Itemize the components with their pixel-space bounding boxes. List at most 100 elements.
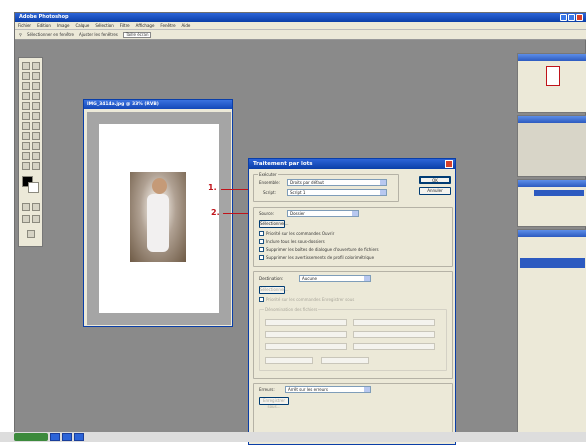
- fullscreen-mode-icon[interactable]: [32, 215, 40, 223]
- stamp-tool-icon[interactable]: [22, 102, 30, 110]
- history-state-selected[interactable]: [534, 190, 584, 196]
- menu-file[interactable]: Fichier: [18, 22, 31, 29]
- annotation-2: 2.: [211, 208, 220, 217]
- naming-field-3[interactable]: [265, 331, 347, 338]
- standard-mode-icon[interactable]: [32, 203, 40, 211]
- start-button[interactable]: [14, 433, 48, 441]
- child-photo: [130, 172, 186, 262]
- dodge-tool-icon[interactable]: [32, 122, 40, 130]
- layers-tab[interactable]: [518, 230, 586, 237]
- checkbox-box[interactable]: [259, 297, 264, 302]
- checkbox-suppress-dialogs[interactable]: Supprimer les boîtes de dialogue d'ouver…: [259, 247, 379, 252]
- pen-tool-icon[interactable]: [22, 142, 30, 150]
- set-label: Ensemble:: [259, 180, 280, 185]
- history-tool-icon[interactable]: [32, 102, 40, 110]
- eyedropper-tool-icon[interactable]: [32, 152, 40, 160]
- action-select[interactable]: Script 1: [287, 189, 387, 196]
- layer-background[interactable]: [520, 258, 585, 268]
- ok-button[interactable]: OK: [419, 176, 451, 184]
- taskbar-item[interactable]: [74, 433, 84, 441]
- errors-select[interactable]: Arrêt sur les erreurs: [285, 386, 371, 393]
- options-bar: ⚲ Sélectionner en fenêtre Ajuster les fe…: [15, 30, 586, 40]
- eraser-tool-icon[interactable]: [22, 112, 30, 120]
- canvas-area[interactable]: [87, 112, 231, 325]
- checkbox-override-save[interactable]: Priorité sur les commandes Enregistrer s…: [259, 297, 354, 302]
- slice-tool-icon[interactable]: [32, 82, 40, 90]
- wand-tool-icon[interactable]: [32, 72, 40, 80]
- naming-field-4[interactable]: [353, 331, 435, 338]
- checkbox-box[interactable]: [259, 239, 264, 244]
- menu-layer[interactable]: Calque: [75, 22, 89, 29]
- menu-help[interactable]: Aide: [182, 22, 191, 29]
- menu-edit[interactable]: Edition: [37, 22, 51, 29]
- minimize-icon[interactable]: [560, 14, 567, 21]
- photo-body: [147, 194, 169, 252]
- photoshop-window: Adobe Photoshop Fichier Edition Image Ca…: [14, 12, 586, 445]
- lasso-tool-icon[interactable]: [22, 72, 30, 80]
- brush-tool-icon[interactable]: [32, 92, 40, 100]
- dropdown-arrow-icon[interactable]: [380, 180, 386, 185]
- taskbar-item[interactable]: [50, 433, 60, 441]
- close-icon[interactable]: [445, 160, 453, 168]
- source-select[interactable]: Dossier: [287, 210, 359, 217]
- menu-select[interactable]: Sélection: [95, 22, 113, 29]
- checkbox-box[interactable]: [259, 231, 264, 236]
- checkbox-suppress-profile[interactable]: Supprimer les avertissements de profil c…: [259, 255, 374, 260]
- save-as-button[interactable]: Enregistrer sous...: [259, 397, 289, 409]
- menu-image[interactable]: Image: [57, 22, 70, 29]
- set-select[interactable]: Droits par défaut: [287, 179, 387, 186]
- option-select-window[interactable]: Sélectionner en fenêtre: [27, 32, 74, 37]
- option-fit-windows[interactable]: Ajuster les fenêtres: [79, 32, 118, 37]
- marquee-tool-icon[interactable]: [22, 62, 30, 70]
- type-tool-icon[interactable]: [32, 132, 40, 140]
- taskbar-item[interactable]: [62, 433, 72, 441]
- menu-filter[interactable]: Filtre: [120, 22, 130, 29]
- navigator-tab[interactable]: [518, 54, 586, 61]
- zoom-tool-icon[interactable]: ⚲: [19, 32, 22, 37]
- dropdown-arrow-icon[interactable]: [352, 211, 358, 216]
- screen-mode-icon[interactable]: [22, 215, 30, 223]
- maximize-icon[interactable]: [568, 14, 575, 21]
- choose-button[interactable]: Sélectionner...: [259, 220, 289, 228]
- action-label: Script:: [263, 190, 276, 195]
- dropdown-arrow-icon[interactable]: [364, 276, 370, 281]
- move-tool-icon[interactable]: [32, 62, 40, 70]
- checkbox-override-open[interactable]: Priorité sur les commandes Ouvrir: [259, 231, 334, 236]
- naming-field-1[interactable]: [265, 319, 347, 326]
- checkbox-box[interactable]: [259, 247, 264, 252]
- heal-tool-icon[interactable]: [22, 92, 30, 100]
- swatches-panel: [517, 115, 586, 177]
- shape-tool-icon[interactable]: [32, 142, 40, 150]
- naming-field-2[interactable]: [353, 319, 435, 326]
- naming-field-5[interactable]: [265, 343, 347, 350]
- checkbox-include-subfolders[interactable]: Inclure tous les sous-dossiers: [259, 239, 325, 244]
- gradient-tool-icon[interactable]: [32, 112, 40, 120]
- crop-tool-icon[interactable]: [22, 82, 30, 90]
- quickmask-icon[interactable]: [22, 203, 30, 211]
- screen-size-button[interactable]: Taille écran: [122, 31, 152, 38]
- background-color[interactable]: [28, 182, 39, 193]
- imageready-icon[interactable]: [27, 230, 35, 238]
- naming-field-6[interactable]: [353, 343, 435, 350]
- zoom-tool-icon[interactable]: [32, 162, 40, 170]
- history-tab[interactable]: [518, 180, 586, 187]
- taskbar: [0, 432, 586, 442]
- dropdown-arrow-icon[interactable]: [380, 190, 386, 195]
- hand-tool-icon[interactable]: [22, 162, 30, 170]
- close-icon[interactable]: [576, 14, 583, 21]
- screen: Adobe Photoshop Fichier Edition Image Ca…: [0, 0, 586, 445]
- compat-field[interactable]: [321, 357, 369, 364]
- blur-tool-icon[interactable]: [22, 122, 30, 130]
- navigator-thumbnail[interactable]: [546, 66, 560, 86]
- menu-view[interactable]: Affichage: [136, 22, 155, 29]
- destination-select[interactable]: Aucune: [299, 275, 371, 282]
- path-tool-icon[interactable]: [22, 132, 30, 140]
- notes-tool-icon[interactable]: [22, 152, 30, 160]
- cancel-button[interactable]: Annuler: [419, 187, 451, 195]
- dest-choose-button[interactable]: Sélectionner...: [259, 286, 289, 294]
- swatches-tab[interactable]: [518, 116, 586, 123]
- menu-window[interactable]: Fenêtre: [160, 22, 175, 29]
- serial-field[interactable]: [265, 357, 313, 364]
- checkbox-box[interactable]: [259, 255, 264, 260]
- dropdown-arrow-icon[interactable]: [364, 387, 370, 392]
